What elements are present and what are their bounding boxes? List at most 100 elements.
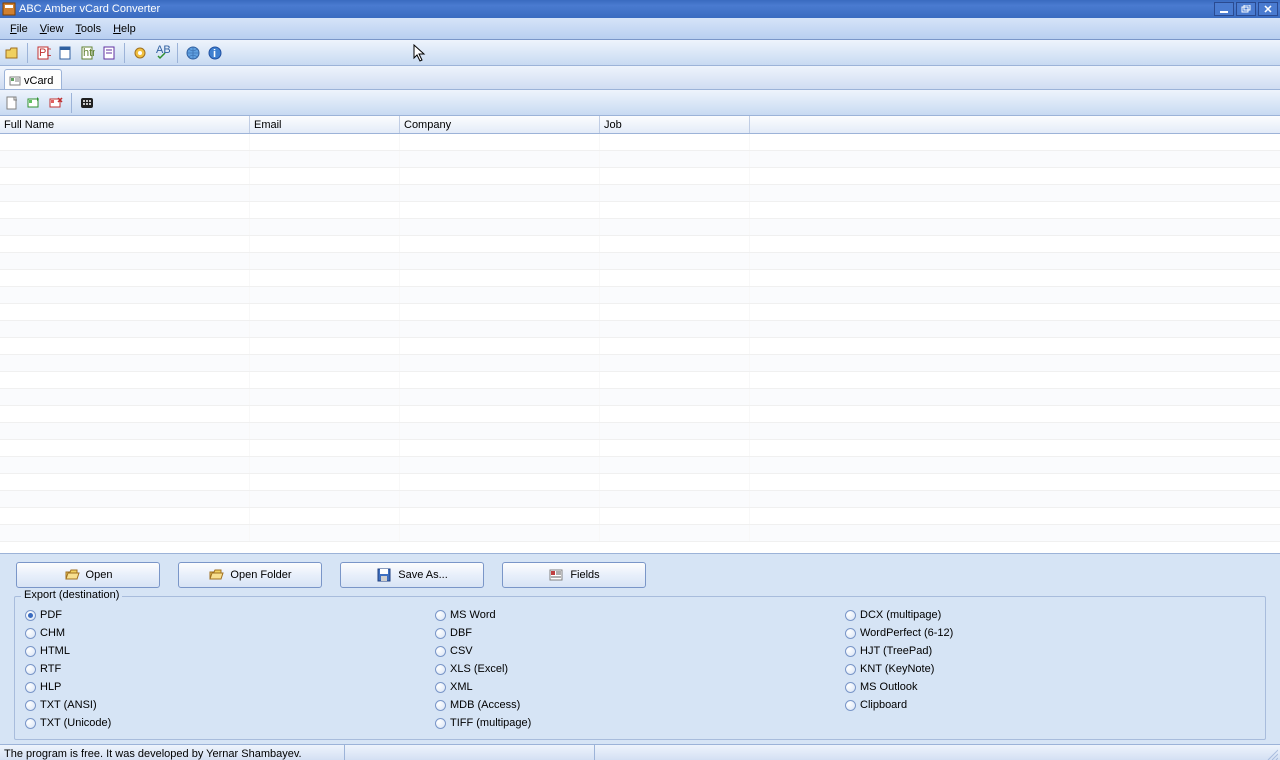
import-vcard-icon[interactable] xyxy=(24,93,44,113)
blackberry-icon[interactable] xyxy=(77,93,97,113)
table-row[interactable] xyxy=(0,168,1280,185)
restore-button[interactable] xyxy=(1236,2,1256,16)
export-option-pdf[interactable]: PDF xyxy=(25,607,435,623)
export-option-rtf[interactable]: RTF xyxy=(25,661,435,677)
column-company[interactable]: Company xyxy=(400,116,600,133)
resize-grip-icon[interactable] xyxy=(1264,746,1280,760)
table-row[interactable] xyxy=(0,508,1280,525)
save-icon xyxy=(376,567,392,583)
table-row[interactable] xyxy=(0,185,1280,202)
export-column-1: PDF CHM HTML RTF HLP TXT (ANSI) TXT (Unicode) xyxy=(25,607,435,733)
radio-icon xyxy=(25,718,36,729)
export-option-label: KNT (KeyNote) xyxy=(860,663,934,675)
about-icon[interactable]: i xyxy=(205,43,225,63)
export-option-csv[interactable]: CSV xyxy=(435,643,845,659)
menu-help[interactable]: Help xyxy=(107,21,142,37)
export-option-label: MS Word xyxy=(450,609,496,621)
export-option-label: TXT (Unicode) xyxy=(40,717,111,729)
table-row[interactable] xyxy=(0,491,1280,508)
export-option-tiff-multipage[interactable]: TIFF (multipage) xyxy=(435,715,845,731)
table-row[interactable] xyxy=(0,372,1280,389)
radio-icon xyxy=(845,628,856,639)
open-folder-label: Open Folder xyxy=(230,569,291,581)
export-option-dbf[interactable]: DBF xyxy=(435,625,845,641)
open-icon xyxy=(64,567,80,583)
export-option-html[interactable]: HTML xyxy=(25,643,435,659)
menu-view[interactable]: View xyxy=(34,21,70,37)
export-option-hlp[interactable]: HLP xyxy=(25,679,435,695)
export-option-wordperfect-6-12[interactable]: WordPerfect (6-12) xyxy=(845,625,1255,641)
export-option-label: Clipboard xyxy=(860,699,907,711)
table-row[interactable] xyxy=(0,321,1280,338)
table-row[interactable] xyxy=(0,355,1280,372)
export-option-label: CSV xyxy=(450,645,473,657)
table-row[interactable] xyxy=(0,389,1280,406)
table-row[interactable] xyxy=(0,457,1280,474)
open-folder-button[interactable]: Open Folder xyxy=(178,562,322,588)
table-row[interactable] xyxy=(0,270,1280,287)
menu-tools[interactable]: Tools xyxy=(69,21,107,37)
export-option-mdb-access[interactable]: MDB (Access) xyxy=(435,697,845,713)
table-row[interactable] xyxy=(0,406,1280,423)
table-row[interactable] xyxy=(0,253,1280,270)
table-row[interactable] xyxy=(0,304,1280,321)
export-option-label: RTF xyxy=(40,663,61,675)
export-option-txt-ansi[interactable]: TXT (ANSI) xyxy=(25,697,435,713)
tab-vcard[interactable]: vCard xyxy=(4,69,62,89)
export-option-clipboard[interactable]: Clipboard xyxy=(845,697,1255,713)
radio-icon xyxy=(435,700,446,711)
column-email[interactable]: Email xyxy=(250,116,400,133)
menu-file[interactable]: File xyxy=(4,21,34,37)
export-option-knt-keynote[interactable]: KNT (KeyNote) xyxy=(845,661,1255,677)
new-vcard-icon[interactable] xyxy=(2,93,22,113)
export-option-label: HLP xyxy=(40,681,61,693)
export-option-chm[interactable]: CHM xyxy=(25,625,435,641)
web-icon[interactable] xyxy=(183,43,203,63)
table-row[interactable] xyxy=(0,236,1280,253)
options-icon[interactable] xyxy=(130,43,150,63)
main-toolbar: PDF htm ABC i xyxy=(0,40,1280,66)
export-option-xls-excel[interactable]: XLS (Excel) xyxy=(435,661,845,677)
export-option-hjt-treepad[interactable]: HJT (TreePad) xyxy=(845,643,1255,659)
delete-vcard-icon[interactable] xyxy=(46,93,66,113)
tab-vcard-label: vCard xyxy=(24,75,53,87)
title-bar: ABC Amber vCard Converter ✕ xyxy=(0,0,1280,18)
column-job[interactable]: Job xyxy=(600,116,750,133)
export-option-dcx-multipage[interactable]: DCX (multipage) xyxy=(845,607,1255,623)
table-row[interactable] xyxy=(0,525,1280,542)
export-chm-icon[interactable] xyxy=(55,43,75,63)
svg-text:htm: htm xyxy=(83,47,95,59)
close-button[interactable]: ✕ xyxy=(1258,2,1278,16)
export-option-label: DCX (multipage) xyxy=(860,609,941,621)
open-button[interactable]: Open xyxy=(16,562,160,588)
export-option-txt-unicode[interactable]: TXT (Unicode) xyxy=(25,715,435,731)
table-row[interactable] xyxy=(0,202,1280,219)
status-cell-2 xyxy=(345,745,595,760)
table-body[interactable] xyxy=(0,134,1280,553)
export-rtf-icon[interactable] xyxy=(99,43,119,63)
table-row[interactable] xyxy=(0,423,1280,440)
table-row[interactable] xyxy=(0,151,1280,168)
table-header: Full Name Email Company Job xyxy=(0,116,1280,134)
export-legend: Export (destination) xyxy=(21,589,122,601)
radio-icon xyxy=(435,682,446,693)
column-fullname[interactable]: Full Name xyxy=(0,116,250,133)
fields-button[interactable]: Fields xyxy=(502,562,646,588)
folder-icon xyxy=(208,567,224,583)
export-html-icon[interactable]: htm xyxy=(77,43,97,63)
bottom-panel: Open Open Folder Save As... Fields Expor… xyxy=(0,554,1280,744)
table-row[interactable] xyxy=(0,474,1280,491)
export-option-xml[interactable]: XML xyxy=(435,679,845,695)
minimize-button[interactable] xyxy=(1214,2,1234,16)
table-row[interactable] xyxy=(0,440,1280,457)
table-row[interactable] xyxy=(0,338,1280,355)
export-option-ms-outlook[interactable]: MS Outlook xyxy=(845,679,1255,695)
table-row[interactable] xyxy=(0,219,1280,236)
table-row[interactable] xyxy=(0,134,1280,151)
open-folder-icon[interactable] xyxy=(2,43,22,63)
export-pdf-icon[interactable]: PDF xyxy=(33,43,53,63)
save-as-button[interactable]: Save As... xyxy=(340,562,484,588)
table-row[interactable] xyxy=(0,287,1280,304)
spellcheck-icon[interactable]: ABC xyxy=(152,43,172,63)
export-option-ms-word[interactable]: MS Word xyxy=(435,607,845,623)
